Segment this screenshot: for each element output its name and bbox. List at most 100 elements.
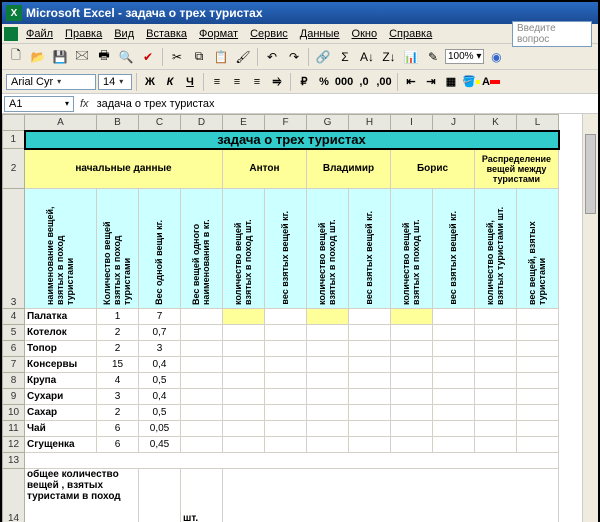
row-2[interactable]: 2 начальные данные Антон Владимир Борис … [3, 149, 559, 189]
new-icon[interactable]: 🗋 [6, 47, 26, 67]
column-headers[interactable]: AB CD EF GH IJ KL [3, 115, 559, 131]
h3-H[interactable]: вес взятых вещей кг. [349, 189, 391, 309]
item-name[interactable]: Котелок [25, 325, 97, 341]
item-qty[interactable]: 3 [97, 389, 139, 405]
sort-desc-icon[interactable]: Z↓ [379, 47, 399, 67]
item-weight[interactable]: 0,4 [139, 357, 181, 373]
h3-E[interactable]: количество вещей взятых в поход шт. [223, 189, 265, 309]
redo-icon[interactable]: ↷ [284, 47, 304, 67]
item-weight[interactable]: 3 [139, 341, 181, 357]
header-vladimir[interactable]: Владимир [307, 149, 391, 189]
font-combo[interactable]: Arial Cyr▾ [6, 74, 96, 90]
undo-icon[interactable]: ↶ [262, 47, 282, 67]
row-13[interactable]: 13 [3, 453, 559, 469]
h3-K[interactable]: количество вещей, взятых туристами шт. [475, 189, 517, 309]
font-color-icon[interactable]: A [482, 73, 500, 91]
italic-button[interactable]: К [161, 73, 179, 91]
item-name[interactable]: Сахар [25, 405, 97, 421]
item-qty[interactable]: 6 [97, 437, 139, 453]
preview-icon[interactable]: 🔍 [116, 47, 136, 67]
item-qty[interactable]: 4 [97, 373, 139, 389]
table-row[interactable]: 4Палатка17 [3, 309, 559, 325]
percent-icon[interactable]: % [315, 73, 333, 91]
item-name[interactable]: Крупа [25, 373, 97, 389]
align-left-icon[interactable]: ≡ [208, 73, 226, 91]
menu-format[interactable]: Формат [193, 26, 244, 42]
cut-icon[interactable]: ✂ [167, 47, 187, 67]
scroll-thumb[interactable] [585, 134, 596, 214]
menu-window[interactable]: Окно [346, 26, 384, 42]
increase-decimal-icon[interactable]: ,0 [355, 73, 373, 91]
table-row[interactable]: 8Крупа40,5 [3, 373, 559, 389]
item-weight[interactable]: 0,7 [139, 325, 181, 341]
table-row[interactable]: 11Чай60,05 [3, 421, 559, 437]
header-boris[interactable]: Борис [391, 149, 475, 189]
copy-icon[interactable]: ⧉ [189, 47, 209, 67]
unit-sht[interactable]: шт. [181, 469, 223, 522]
row-1[interactable]: 1 задача о трех туристах [3, 131, 559, 149]
table-row[interactable]: 12Сгущенка60,45 [3, 437, 559, 453]
table-row[interactable]: 5Котелок20,7 [3, 325, 559, 341]
header-initial[interactable]: начальные данные [25, 149, 223, 189]
menu-file[interactable]: Файл [20, 26, 59, 42]
item-name[interactable]: Палатка [25, 309, 97, 325]
open-icon[interactable]: 📂 [28, 47, 48, 67]
menu-tools[interactable]: Сервис [244, 26, 294, 42]
item-name[interactable]: Чай [25, 421, 97, 437]
autosum-icon[interactable]: Σ [335, 47, 355, 67]
formula-input[interactable]: задача о трех туристах [93, 97, 598, 111]
chart-icon[interactable]: 📊 [401, 47, 421, 67]
item-weight[interactable]: 7 [139, 309, 181, 325]
header-anton[interactable]: Антон [223, 149, 307, 189]
help-search-input[interactable]: Введите вопрос [512, 21, 592, 47]
item-weight[interactable]: 0,05 [139, 421, 181, 437]
spellcheck-icon[interactable]: ✔ [138, 47, 158, 67]
zoom-combo[interactable]: 100% ▾ [445, 49, 484, 64]
menu-data[interactable]: Данные [294, 26, 346, 42]
row-3[interactable]: 3 наименование вещей, взятых в поход тур… [3, 189, 559, 309]
decrease-decimal-icon[interactable]: ,00 [375, 73, 393, 91]
format-painter-icon[interactable]: 🖌 [233, 47, 253, 67]
item-name[interactable]: Сухари [25, 389, 97, 405]
h3-I[interactable]: количество вещей взятых в поход шт. [391, 189, 433, 309]
item-qty[interactable]: 6 [97, 421, 139, 437]
item-weight[interactable]: 0,45 [139, 437, 181, 453]
menu-edit[interactable]: Правка [59, 26, 108, 42]
currency-icon[interactable]: ₽ [295, 73, 313, 91]
font-size-combo[interactable]: 14▾ [98, 74, 132, 90]
item-name[interactable]: Консервы [25, 357, 97, 373]
menu-insert[interactable]: Вставка [140, 26, 193, 42]
underline-button[interactable]: Ч [181, 73, 199, 91]
fill-color-icon[interactable]: 🪣 [462, 73, 480, 91]
spreadsheet-grid[interactable]: AB CD EF GH IJ KL 1 задача о трех турист… [2, 114, 598, 522]
menu-view[interactable]: Вид [108, 26, 140, 42]
bold-button[interactable]: Ж [141, 73, 159, 91]
borders-icon[interactable]: ▦ [442, 73, 460, 91]
summary-total-qty-label[interactable]: общее количество вещей , взятых туристам… [25, 469, 139, 522]
merge-center-icon[interactable]: ⥤ [268, 73, 286, 91]
menu-help[interactable]: Справка [383, 26, 438, 42]
fx-icon[interactable]: fx [76, 98, 93, 110]
help-icon[interactable]: ◉ [486, 47, 506, 67]
item-name[interactable]: Топор [25, 341, 97, 357]
item-qty[interactable]: 2 [97, 341, 139, 357]
item-name[interactable]: Сгущенка [25, 437, 97, 453]
permission-icon[interactable]: 🖂 [72, 47, 92, 67]
comma-icon[interactable]: 000 [335, 73, 353, 91]
h3-A[interactable]: наименование вещей, взятых в поход турис… [25, 189, 97, 309]
increase-indent-icon[interactable]: ⇥ [422, 73, 440, 91]
sheet-title[interactable]: задача о трех туристах [25, 131, 559, 149]
item-qty[interactable]: 15 [97, 357, 139, 373]
item-weight[interactable]: 0,4 [139, 389, 181, 405]
table-row[interactable]: 9Сухари30,4 [3, 389, 559, 405]
name-box[interactable]: A1▾ [4, 96, 74, 112]
item-weight[interactable]: 0,5 [139, 405, 181, 421]
h3-D[interactable]: Вес вещей одного наименования в кг. [181, 189, 223, 309]
print-icon[interactable]: 🖶 [94, 47, 114, 67]
sort-asc-icon[interactable]: A↓ [357, 47, 377, 67]
h3-G[interactable]: количество вещей взятых в поход шт. [307, 189, 349, 309]
header-distribution[interactable]: Распределение вещей между туристами [475, 149, 559, 189]
align-right-icon[interactable]: ≡ [248, 73, 266, 91]
paste-icon[interactable]: 📋 [211, 47, 231, 67]
align-center-icon[interactable]: ≡ [228, 73, 246, 91]
